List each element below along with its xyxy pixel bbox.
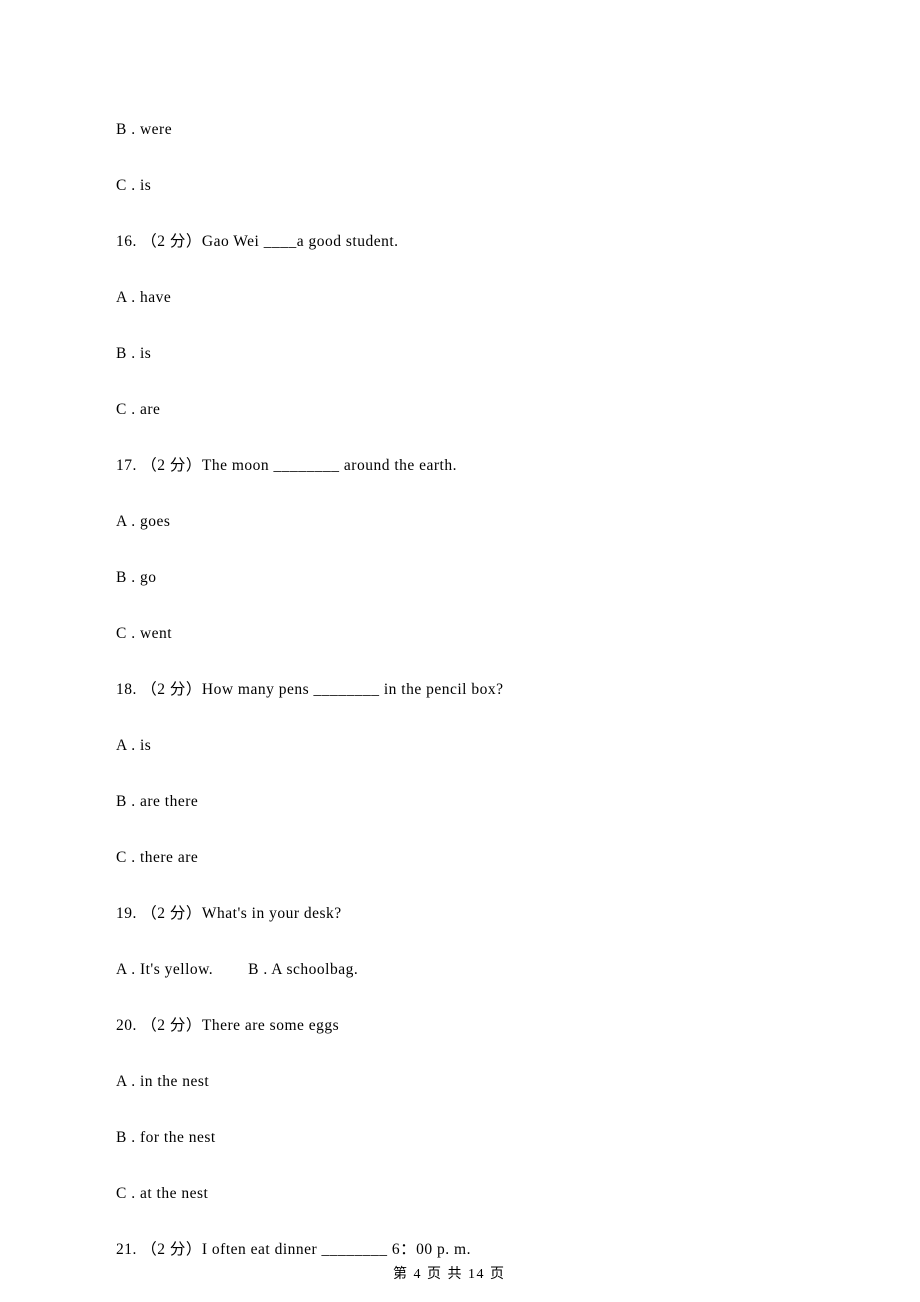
option-c-is: C . is (116, 178, 151, 194)
option-c-at-the-nest: C . at the nest (116, 1186, 208, 1202)
option-a-is: A . is (116, 738, 151, 754)
question-17: 17. （2 分）The moon ________ around the ea… (116, 458, 457, 474)
option-b-are-there: B . are there (116, 794, 198, 810)
option-c-there-are: C . there are (116, 850, 198, 866)
question-19: 19. （2 分）What's in your desk? (116, 906, 342, 922)
option-b-go: B . go (116, 570, 156, 586)
option-b-were: B . were (116, 122, 172, 138)
question-16: 16. （2 分）Gao Wei ____a good student. (116, 234, 399, 250)
question-20: 20. （2 分）There are some eggs (116, 1018, 339, 1034)
option-a-have: A . have (116, 290, 171, 306)
option-c-are: C . are (116, 402, 160, 418)
question-21: 21. （2 分）I often eat dinner ________ 6：0… (116, 1242, 471, 1258)
option-b-for-the-nest: B . for the nest (116, 1130, 216, 1146)
option-a-goes: A . goes (116, 514, 170, 530)
option-b-is: B . is (116, 346, 151, 362)
question-18: 18. （2 分）How many pens ________ in the p… (116, 682, 503, 698)
page-footer: 第 4 页 共 14 页 (393, 1268, 506, 1282)
question-19-options: A . It's yellow. B . A schoolbag. (116, 962, 358, 978)
option-a-in-the-nest: A . in the nest (116, 1074, 209, 1090)
option-c-went: C . went (116, 626, 172, 642)
